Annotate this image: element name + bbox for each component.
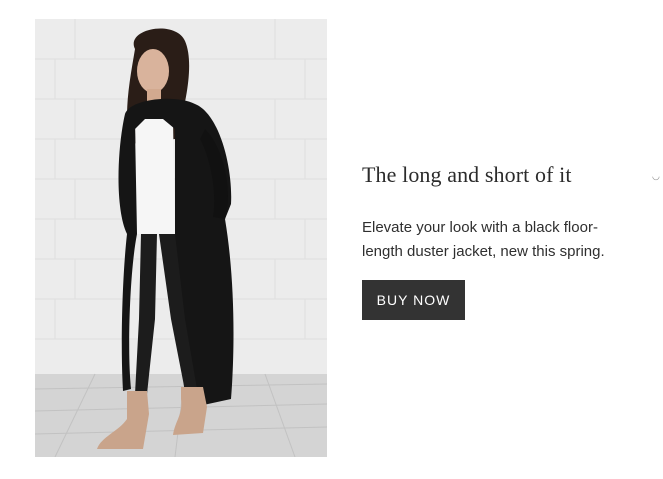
scroll-indicator-icon: ◡ (652, 172, 660, 182)
feature-headline: The long and short of it (362, 162, 572, 187)
feature-content: The long and short of it Elevate your lo… (362, 160, 642, 320)
feature-page: The long and short of it Elevate your lo… (0, 0, 663, 479)
product-photo-illustration (35, 19, 327, 457)
product-photo (35, 19, 327, 457)
feature-description: Elevate your look with a black floor-len… (362, 219, 605, 260)
buy-now-button[interactable]: BUY NOW (362, 280, 465, 320)
